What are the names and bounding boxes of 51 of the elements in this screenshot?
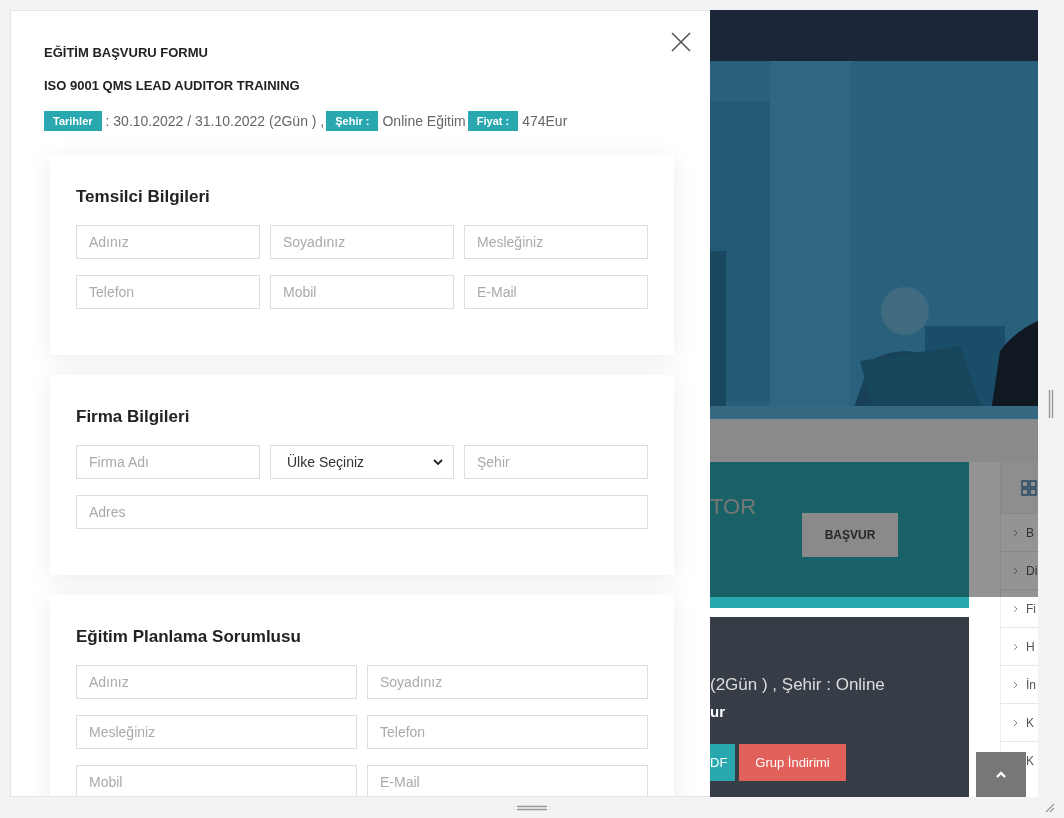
input-field[interactable]: Mobil — [76, 765, 357, 796]
input-field[interactable]: Mesleğiniz — [464, 225, 648, 259]
course-info: (2Gün ) , Şehir : Online — [710, 675, 886, 695]
input-field[interactable]: Şehir — [464, 445, 648, 479]
input-field[interactable]: Adres — [76, 495, 648, 529]
category-link[interactable]: H — [1026, 639, 1035, 654]
resize-handle-icon[interactable] — [517, 804, 547, 811]
info-label: Şehir : — [326, 111, 379, 131]
course-price: ur — [710, 703, 726, 720]
input-field[interactable]: Telefon — [367, 715, 648, 749]
input-field[interactable]: Firma Adı — [76, 445, 260, 479]
section-title: Temsilci Bilgileri — [76, 187, 211, 207]
category-link[interactable]: Fi — [1026, 601, 1036, 616]
category-link[interactable]: İn — [1026, 677, 1036, 692]
input-field[interactable]: E-Mail — [367, 765, 648, 796]
section-title: Firma Bilgileri — [76, 407, 191, 427]
close-icon[interactable] — [671, 32, 691, 52]
input-field[interactable]: Adınız — [76, 665, 357, 699]
chevron-icon — [1013, 680, 1018, 689]
chevron-icon — [1013, 528, 1018, 537]
chevron-icon — [1013, 604, 1018, 613]
input-field[interactable]: E-Mail — [464, 275, 648, 309]
input-field[interactable]: Mobil — [270, 275, 454, 309]
resize-handle-icon[interactable] — [1048, 389, 1054, 418]
info-label: Tarihler — [44, 111, 102, 131]
info-label: Fiyat : — [467, 111, 519, 131]
category-link[interactable]: K — [1026, 753, 1034, 768]
info-value: 474Eur — [522, 113, 568, 129]
apply-button[interactable]: BAŞVUR — [802, 513, 899, 557]
grid-icon — [1021, 479, 1037, 496]
caret-icon — [433, 458, 443, 466]
resize-grip-icon[interactable] — [1043, 801, 1055, 813]
training-title: ISO 9001 QMS LEAD AUDITOR TRAINING — [44, 78, 301, 93]
info-value: : 30.10.2022 / 31.10.2022 (2Gün ) , — [105, 113, 325, 129]
country-select[interactable]: Ülke Seçiniz — [270, 445, 454, 479]
input-field[interactable]: Soyadınız — [270, 225, 454, 259]
category-link[interactable]: Di — [1026, 563, 1038, 578]
chevron-icon — [1013, 566, 1018, 575]
category-link[interactable]: B — [1026, 525, 1034, 540]
section-title: Eğitim Planlama Sorumlusu — [76, 627, 302, 647]
input-field[interactable]: Adınız — [76, 225, 260, 259]
form-title: EĞİTİM BAŞVURU FORMU — [44, 45, 209, 60]
course-heading: TOR — [710, 494, 757, 520]
input-field[interactable]: Telefon — [76, 275, 260, 309]
input-field[interactable]: Soyadınız — [367, 665, 648, 699]
input-field[interactable]: Mesleğiniz — [76, 715, 357, 749]
chevron-icon — [1013, 642, 1018, 651]
caret-icon — [995, 770, 1007, 779]
chevron-icon — [1013, 718, 1018, 727]
info-value: Online Eğitim — [382, 113, 466, 129]
category-link[interactable]: K — [1026, 715, 1034, 730]
